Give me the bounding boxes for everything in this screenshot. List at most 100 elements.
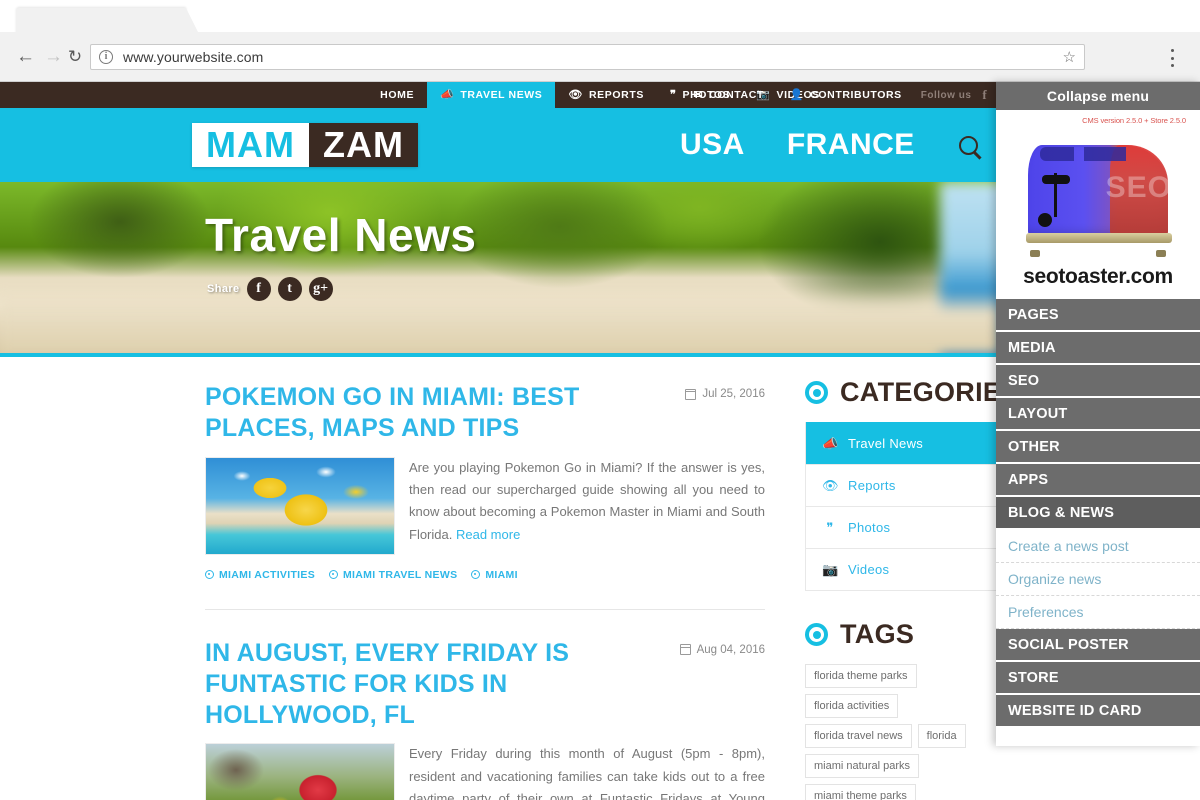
browser-tabstrip	[0, 0, 1200, 36]
admin-menu-website-id-card[interactable]: WEBSITE ID CARD	[996, 695, 1200, 728]
article-tag-label: Miami activities	[219, 568, 315, 581]
article-thumbnail[interactable]	[205, 743, 395, 800]
megaphone-icon: 📣	[440, 88, 455, 101]
envelope-icon: ✉	[693, 88, 704, 101]
toaster-slots	[1040, 147, 1144, 161]
article-tag[interactable]: Miami	[471, 568, 518, 581]
admin-menu-store[interactable]: STORE	[996, 662, 1200, 695]
articles-column: Pokemon Go in Miami: Best places, maps a…	[205, 382, 765, 800]
article-thumbnail[interactable]	[205, 456, 395, 555]
article-date-text: Aug 04, 2016	[696, 643, 765, 656]
admin-menu-other[interactable]: OTHER	[996, 431, 1200, 464]
tag-chip[interactable]: miami natural parks	[805, 754, 919, 778]
categories-title: Categories	[840, 377, 1020, 407]
article-date-text: Jul 25, 2016	[702, 388, 765, 400]
dot-circle-icon	[205, 570, 214, 579]
seotoaster-admin-panel: Collapse menu CMS version 2.5.0 + Store …	[996, 82, 1200, 746]
category-item-label: Travel News	[848, 436, 924, 451]
language-switcher: USA FRANCE	[680, 128, 915, 162]
tag-chip[interactable]: florida	[917, 724, 966, 748]
category-item-label: Videos	[848, 562, 890, 577]
browser-chrome: ← → ↻ i www.yourwebsite.com ☆	[0, 0, 1200, 82]
article-title[interactable]: In August, every Friday is Funtastic for…	[205, 638, 660, 732]
hero-share-bar: Share f t g+	[207, 277, 333, 301]
twitter-share-icon[interactable]: t	[277, 277, 302, 301]
tag-chip[interactable]: florida activities	[805, 694, 899, 718]
admin-submenu-create-a-news-post[interactable]: Create a news post	[996, 530, 1200, 563]
nav-item-contact-label: Contact	[709, 89, 764, 101]
nav-item-contributors-label: Contributors	[810, 89, 902, 101]
language-usa[interactable]: USA	[680, 128, 745, 162]
language-france[interactable]: FRANCE	[787, 128, 915, 162]
admin-menu-social-poster[interactable]: SOCIAL POSTER	[996, 629, 1200, 662]
admin-menu-media[interactable]: MEDIA	[996, 332, 1200, 365]
admin-submenu-preferences[interactable]: Preferences	[996, 596, 1200, 629]
article-tag[interactable]: Miami activities	[205, 569, 315, 581]
nav-item-home[interactable]: Home	[367, 82, 427, 108]
collapse-menu-button[interactable]: Collapse menu	[996, 82, 1200, 110]
facebook-share-icon[interactable]: f	[246, 277, 271, 301]
nav-item-reports[interactable]: 👁 Reports	[555, 82, 657, 108]
address-bar-url: www.yourwebsite.com	[123, 49, 264, 65]
nav-item-contributors[interactable]: 👤 Contributors	[777, 82, 915, 108]
admin-menu-pages[interactable]: PAGES	[996, 299, 1200, 332]
browser-menu-icon[interactable]	[1164, 49, 1180, 67]
admin-menu-blog-and-news[interactable]: BLOG & NEWS	[996, 497, 1200, 530]
category-item-label: Photos	[848, 520, 891, 535]
cms-version-label: CMS version 2.5.0 + Store 2.5.0	[1082, 116, 1186, 125]
target-circle-icon	[805, 623, 828, 646]
reload-icon[interactable]: ↻	[66, 48, 84, 66]
article-tag-label: Miami	[485, 568, 518, 581]
article-date: Jul 25, 2016	[685, 382, 765, 400]
googleplus-share-icon[interactable]: g+	[308, 277, 333, 301]
forward-arrow-icon[interactable]: →	[44, 47, 63, 66]
pikachu-beach-image	[206, 457, 394, 554]
tag-chip[interactable]: florida theme parks	[805, 664, 917, 688]
site-info-icon[interactable]: i	[99, 50, 113, 64]
nav-item-travel-news[interactable]: 📣 Travel News	[427, 82, 556, 108]
bookmark-star-icon[interactable]: ☆	[1063, 50, 1076, 65]
tag-cloud: florida theme parks florida activities f…	[805, 664, 997, 800]
seotoaster-logo-icon: SEO	[1014, 127, 1182, 259]
calendar-icon	[685, 388, 697, 400]
read-more-link[interactable]: Read more	[456, 527, 520, 542]
facebook-icon[interactable]: f	[977, 87, 991, 103]
toaster-foot	[1156, 250, 1166, 257]
eye-icon: 👁	[568, 88, 583, 101]
search-icon[interactable]	[959, 136, 978, 155]
article-card: In August, every Friday is Funtastic for…	[205, 608, 765, 800]
top-nav-secondary-items: ✉ Contact 👤 Contributors Follow us f t g…	[680, 82, 1030, 108]
toaster-base	[1026, 233, 1172, 243]
article-tag[interactable]: Miami travel news	[329, 569, 457, 581]
admin-menu-seo[interactable]: SEO	[996, 365, 1200, 398]
back-arrow-icon[interactable]: ←	[16, 47, 35, 66]
site-logo[interactable]: MAM ZAM	[192, 123, 418, 167]
article-tag-list: Miami activities Miami travel news Miami	[205, 569, 765, 581]
admin-menu: PAGES MEDIA SEO LAYOUT OTHER APPS BLOG &…	[996, 299, 1200, 728]
admin-menu-apps[interactable]: APPS	[996, 464, 1200, 497]
user-icon: 👤	[789, 88, 805, 101]
tags-title: Tags	[840, 619, 915, 649]
admin-submenu-organize-news[interactable]: Organize news	[996, 563, 1200, 596]
admin-menu-layout[interactable]: LAYOUT	[996, 398, 1200, 431]
eye-icon: 👁	[822, 477, 839, 493]
funtastic-fridays-image	[206, 744, 394, 800]
article-tag-label: Miami travel news	[343, 568, 458, 581]
article-excerpt-text: Every Friday during this month of August…	[409, 746, 765, 800]
megaphone-icon: 📣	[822, 435, 839, 451]
nav-item-reports-label: Reports	[589, 89, 644, 101]
address-bar[interactable]: i www.yourwebsite.com ☆	[90, 44, 1085, 70]
quote-icon: ❞	[826, 519, 834, 535]
nav-item-contact[interactable]: ✉ Contact	[680, 82, 777, 108]
tag-chip[interactable]: florida travel news	[805, 724, 912, 748]
article-body: Are you playing Pokemon Go in Miami? If …	[205, 456, 765, 555]
share-label: Share	[207, 283, 240, 295]
toaster-knob	[1038, 213, 1052, 227]
tag-chip[interactable]: miami theme parks	[805, 784, 916, 800]
screenshot-root: ← → ↻ i www.yourwebsite.com ☆ Home 📣 Tra…	[0, 0, 1200, 800]
nav-item-travel-news-label: Travel News	[460, 89, 543, 101]
article-excerpt: Every Friday during this month of August…	[409, 743, 765, 800]
article-title[interactable]: Pokemon Go in Miami: Best places, maps a…	[205, 382, 660, 445]
logo-text-zam: ZAM	[308, 123, 418, 167]
hero-sand	[0, 291, 1000, 353]
